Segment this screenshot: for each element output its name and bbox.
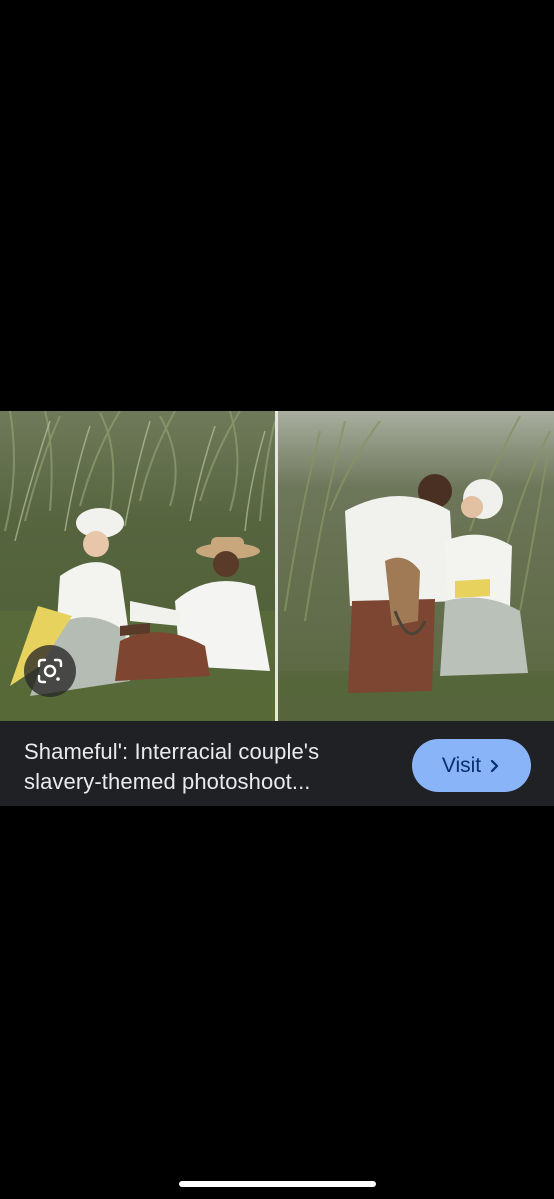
result-title[interactable]: Shameful': Interracial couple's slavery-…: [24, 737, 394, 797]
image-result-screen: Shameful': Interracial couple's slavery-…: [0, 0, 554, 1199]
visit-button-label: Visit: [441, 753, 482, 777]
chevron-right-icon: [491, 759, 499, 772]
home-indicator[interactable]: [179, 1181, 376, 1187]
right-photo: [278, 411, 554, 721]
result-title-line2: slavery-themed photoshoot...: [24, 769, 311, 794]
lens-button[interactable]: [24, 645, 76, 697]
result-info-bar: Shameful': Interracial couple's slavery-…: [0, 721, 554, 806]
result-title-line1: Shameful': Interracial couple's: [24, 739, 320, 764]
photo-collage: [0, 411, 554, 721]
visit-button[interactable]: Visit: [412, 739, 531, 792]
google-lens-icon: [37, 658, 63, 684]
result-image[interactable]: [0, 411, 554, 721]
